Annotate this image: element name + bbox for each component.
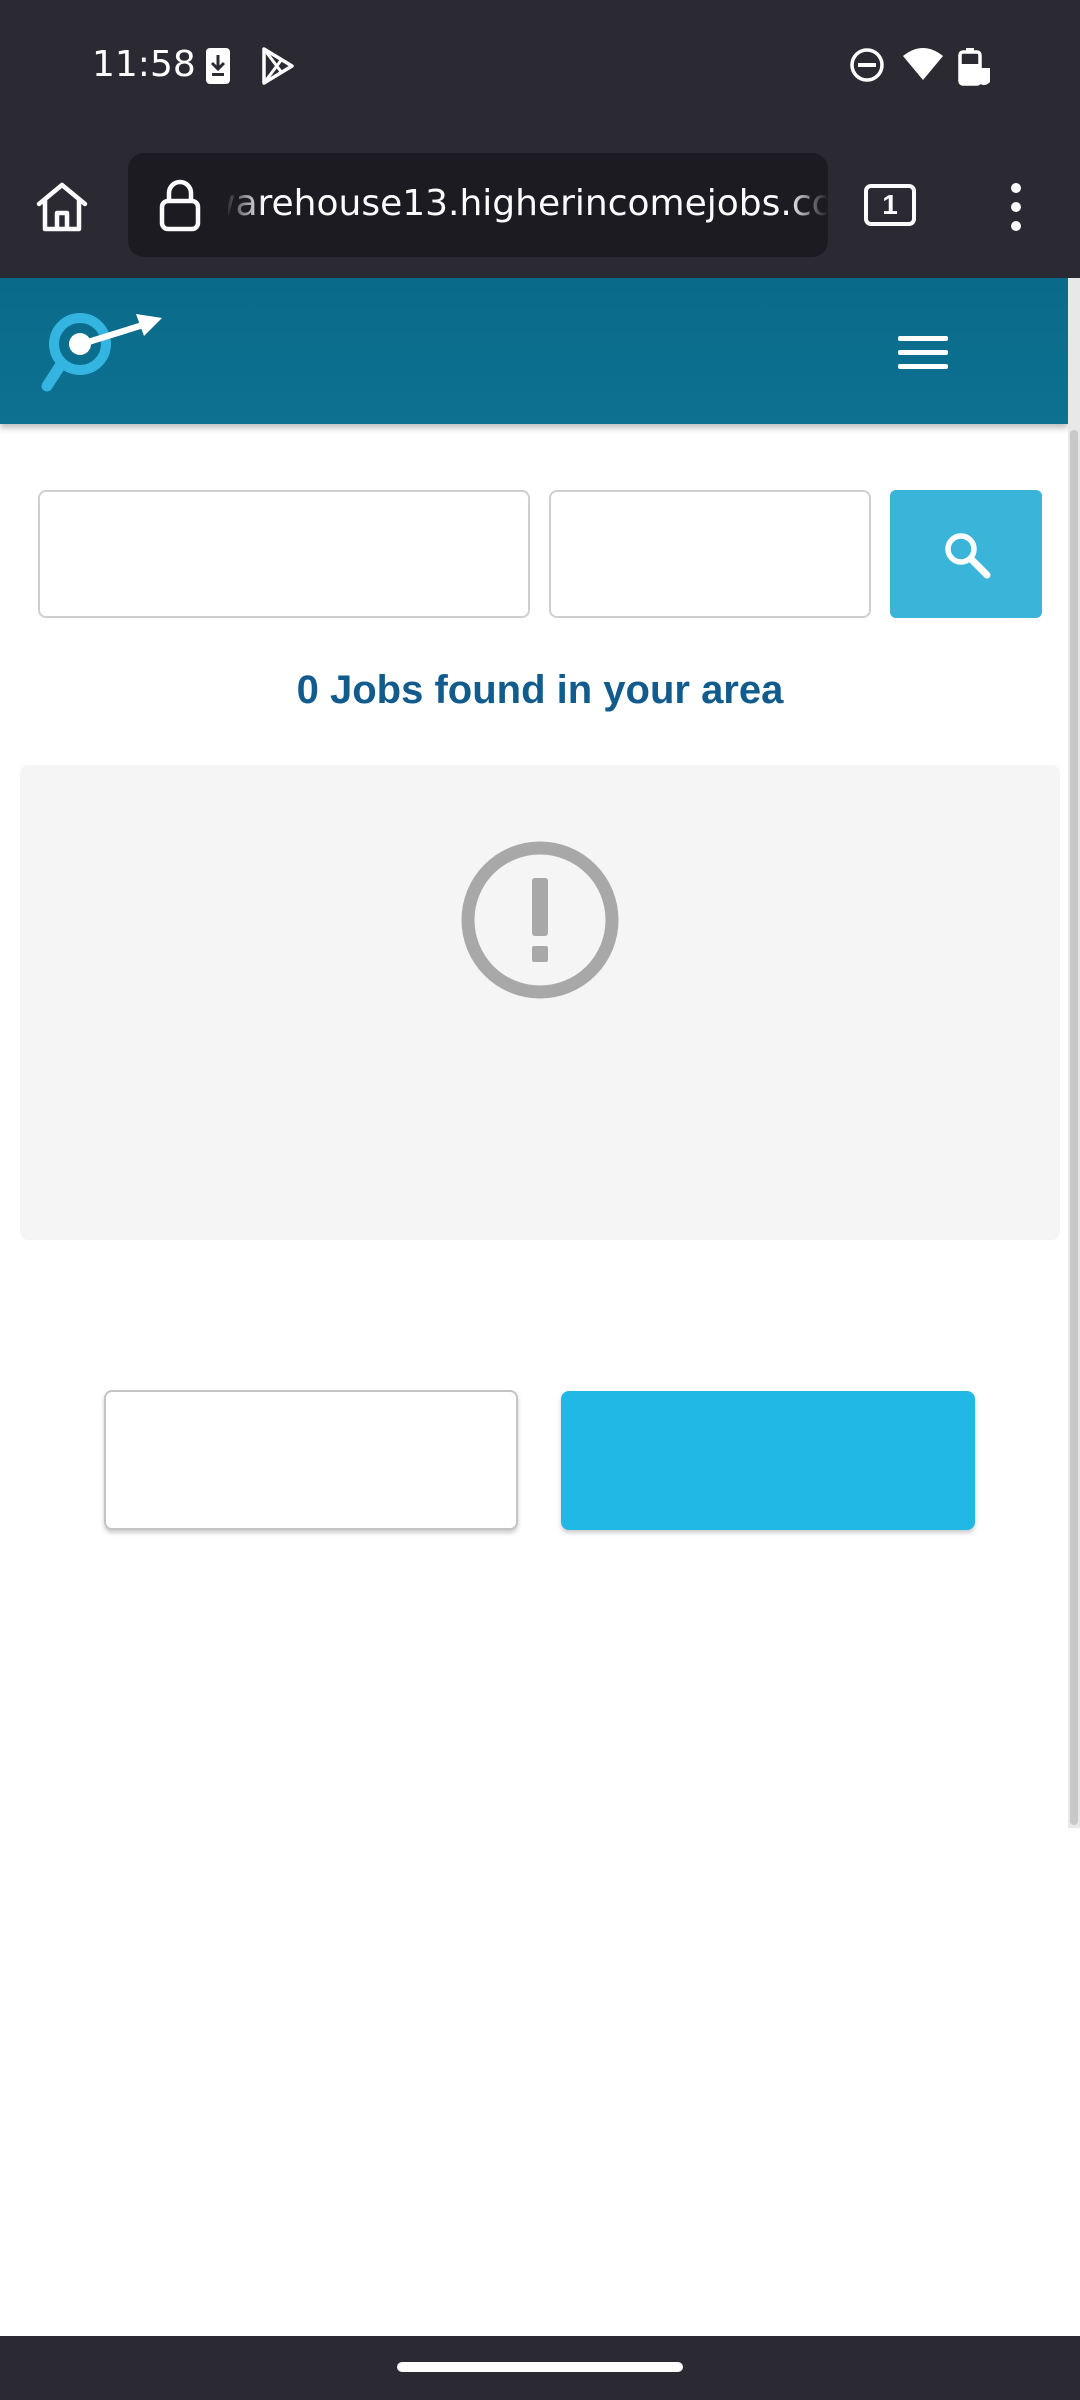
url-bar[interactable]: warehouse13.higherincomejobs.com <box>128 153 828 257</box>
lock-icon[interactable] <box>158 177 202 238</box>
download-notification-icon <box>204 46 232 91</box>
secondary-action-button[interactable] <box>104 1390 518 1530</box>
location-input[interactable] <box>549 490 871 618</box>
hamburger-menu-icon[interactable] <box>898 334 948 375</box>
search-icon <box>942 530 992 583</box>
keyword-input[interactable] <box>38 490 530 618</box>
url-text: warehouse13.higherincomejobs.com <box>228 183 828 224</box>
battery-icon <box>956 46 992 93</box>
results-summary: 0 Jobs found in your area <box>296 668 784 712</box>
search-button[interactable] <box>890 490 1042 618</box>
tab-count: 1 <box>882 189 898 220</box>
home-gesture-handle[interactable] <box>397 2362 683 2372</box>
empty-results-panel <box>20 765 1060 1240</box>
wifi-icon <box>902 46 944 87</box>
alert-circle-icon <box>460 840 620 1005</box>
browser-toolbar: warehouse13.higherincomejobs.com 1 <box>0 136 1080 278</box>
search-dart-logo[interactable] <box>40 304 165 407</box>
tabs-button[interactable]: 1 <box>864 184 916 226</box>
site-header <box>0 278 1068 424</box>
do-not-disturb-icon <box>848 46 886 89</box>
scrollbar-thumb[interactable] <box>1070 430 1078 1825</box>
primary-action-button[interactable] <box>561 1391 975 1530</box>
play-store-icon <box>260 46 296 91</box>
status-time: 11:58 <box>92 44 196 85</box>
overflow-menu-icon[interactable] <box>1010 182 1022 237</box>
status-bar: 11:58 <box>0 0 1080 136</box>
home-icon[interactable] <box>34 180 90 239</box>
